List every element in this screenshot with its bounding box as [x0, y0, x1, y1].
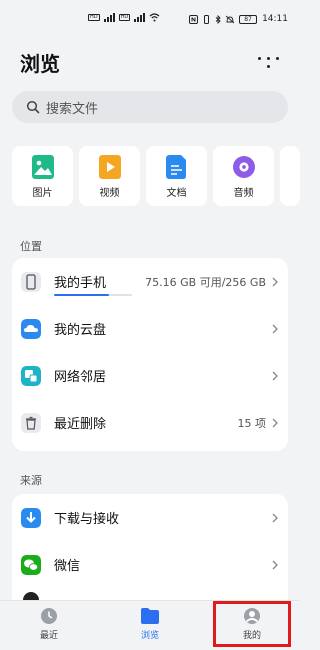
- status-left-icons: HD HD: [88, 13, 160, 22]
- location-label: 我的云盘: [54, 323, 107, 338]
- document-icon: [165, 155, 186, 179]
- phone-icon: [21, 271, 41, 292]
- cloud-drive-icon: [21, 318, 41, 339]
- category-label: 图片: [32, 188, 53, 199]
- chevron-right-icon: [272, 513, 278, 522]
- search-icon: [26, 100, 40, 114]
- audio-icon: [232, 156, 255, 178]
- chevron-right-icon: [272, 371, 278, 380]
- source-wechat[interactable]: 微信: [12, 541, 288, 588]
- storage-progress-bar: [54, 294, 132, 296]
- section-title-sources: 来源: [20, 474, 42, 487]
- image-icon: [31, 155, 54, 179]
- status-time: 14:11: [262, 14, 288, 24]
- location-my-phone[interactable]: 我的手机 75.16 GB 可用/256 GB: [12, 258, 288, 305]
- nav-label: 最近: [39, 631, 58, 641]
- location-recently-deleted[interactable]: 最近删除 15 项: [12, 399, 288, 446]
- highlight-box: [213, 601, 291, 647]
- header: 浏览: [20, 48, 280, 76]
- folder-icon: [141, 608, 159, 624]
- section-title-locations: 位置: [20, 240, 42, 253]
- source-label: 下载与接收: [54, 512, 120, 527]
- more-dot-icon: [275, 56, 279, 60]
- deleted-count: 15 项: [237, 416, 267, 430]
- hd-icon: HD: [88, 14, 100, 21]
- search-placeholder: 搜索文件: [46, 101, 99, 117]
- category-more[interactable]: [280, 146, 300, 206]
- nav-tab-browse[interactable]: 浏览: [120, 607, 180, 641]
- location-label: 最近删除: [54, 417, 107, 432]
- video-icon: [98, 155, 121, 179]
- more-dot-icon: [257, 56, 261, 60]
- category-shortcuts: 图片 视频 文档 音频: [12, 146, 300, 206]
- sources-card: 下载与接收 微信: [12, 494, 288, 608]
- nav-label: 浏览: [140, 631, 159, 641]
- clock-icon: [41, 608, 57, 624]
- signal-icon: [103, 13, 115, 22]
- category-label: 音频: [233, 188, 254, 199]
- location-label: 我的手机: [54, 276, 107, 291]
- chevron-right-icon: [272, 324, 278, 333]
- source-label: 微信: [54, 559, 81, 574]
- wechat-icon: [21, 554, 41, 575]
- signal-icon-2: [134, 13, 146, 22]
- hd-icon-2: HD: [118, 14, 131, 21]
- more-dot-icon: [266, 56, 270, 60]
- status-bar: HD HD 87 14:11: [0, 0, 300, 40]
- vibrate-icon: [204, 14, 210, 24]
- chevron-right-icon: [272, 277, 278, 286]
- download-icon: [21, 507, 41, 528]
- category-videos[interactable]: 视频: [79, 146, 140, 206]
- chevron-right-icon: [272, 560, 278, 569]
- mute-icon: [226, 15, 235, 23]
- storage-progress-fill: [54, 294, 110, 296]
- network-icon: [21, 365, 41, 386]
- category-documents[interactable]: 文档: [146, 146, 207, 206]
- battery-indicator: 87: [239, 14, 258, 24]
- page-title: 浏览: [20, 52, 60, 76]
- nfc-icon: [189, 14, 199, 24]
- more-options-button[interactable]: [256, 50, 280, 74]
- wifi-icon: [149, 13, 160, 22]
- nav-tab-recent[interactable]: 最近: [19, 607, 79, 641]
- search-input[interactable]: 搜索文件: [12, 91, 288, 123]
- status-right-icons: 87 14:11: [189, 14, 288, 24]
- locations-card: 我的手机 75.16 GB 可用/256 GB 我的云盘 网络邻居 最近删除 1…: [12, 258, 288, 451]
- category-audio[interactable]: 音频: [213, 146, 274, 206]
- trash-icon: [21, 412, 41, 433]
- more-dot-icon: [266, 64, 270, 68]
- chevron-right-icon: [272, 418, 278, 427]
- category-label: 视频: [99, 188, 120, 199]
- category-images[interactable]: 图片: [12, 146, 73, 206]
- bluetooth-icon: [215, 14, 221, 24]
- location-my-cloud-drive[interactable]: 我的云盘: [12, 305, 288, 352]
- location-network-neighborhood[interactable]: 网络邻居: [12, 352, 288, 399]
- storage-detail: 75.16 GB 可用/256 GB: [145, 275, 266, 289]
- location-label: 网络邻居: [54, 370, 107, 385]
- category-label: 文档: [166, 188, 187, 199]
- source-downloads[interactable]: 下载与接收: [12, 494, 288, 541]
